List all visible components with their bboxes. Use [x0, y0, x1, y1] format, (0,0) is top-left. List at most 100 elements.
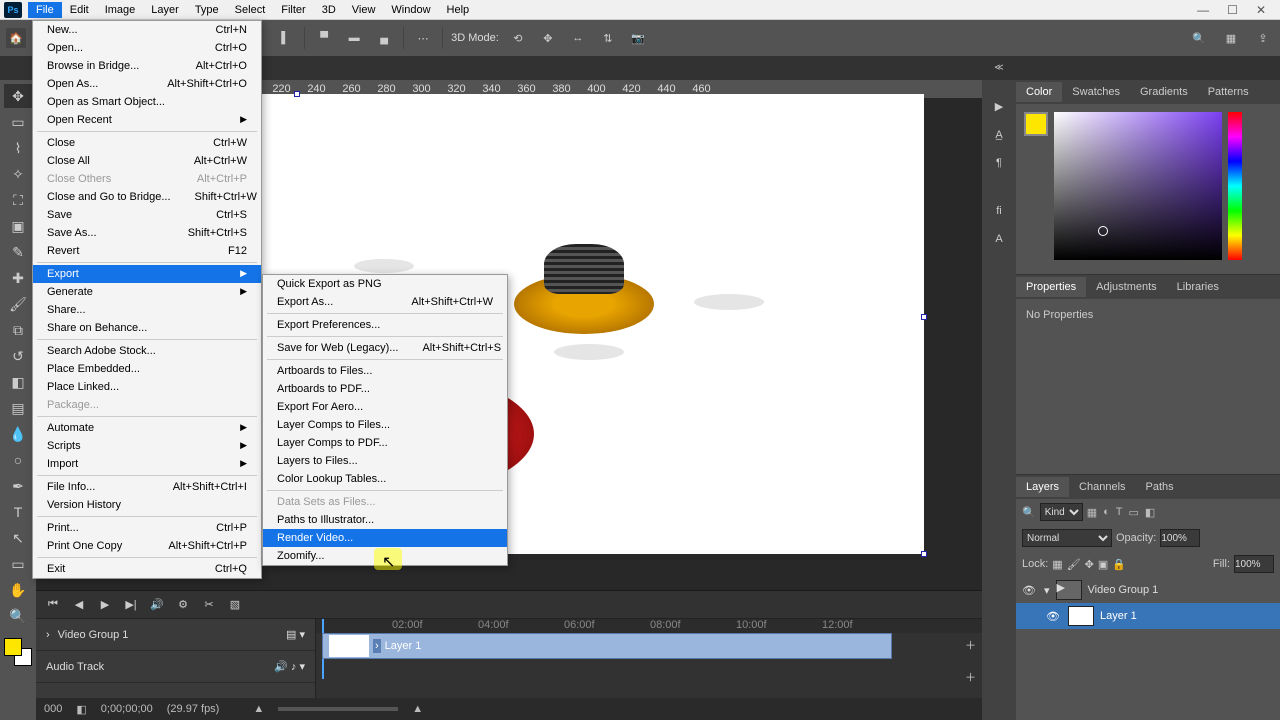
menu-item[interactable]: RevertF12 [33, 242, 261, 260]
type-tool[interactable]: T [4, 500, 32, 524]
align-middle-icon[interactable]: ▬ [343, 27, 365, 49]
color-swatches[interactable] [4, 638, 32, 666]
blur-tool[interactable]: 💧 [4, 422, 32, 446]
maximize-icon[interactable]: ☐ [1227, 3, 1238, 17]
wand-tool[interactable]: ✧ [4, 162, 32, 186]
pen-tool[interactable]: ✒ [4, 474, 32, 498]
zoom-in-icon[interactable]: ▲ [412, 703, 423, 715]
menu-item[interactable]: New...Ctrl+N [33, 21, 261, 39]
chevron-down-icon[interactable]: ▾ [1044, 584, 1050, 597]
menu-item[interactable]: Version History [33, 496, 261, 514]
menu-item[interactable]: Quick Export as PNG [263, 275, 507, 293]
zoom-out-icon[interactable]: ▲ [253, 703, 264, 715]
visibility-icon[interactable]: 👁 [1046, 610, 1062, 623]
transform-handle[interactable] [921, 551, 927, 557]
tab-swatches[interactable]: Swatches [1062, 82, 1130, 102]
picker-cursor[interactable] [1098, 226, 1108, 236]
menu-item[interactable]: Search Adobe Stock... [33, 342, 261, 360]
history-brush-tool[interactable]: ↺ [4, 344, 32, 368]
styles-panel-icon[interactable]: A [995, 233, 1002, 245]
play-icon[interactable]: ▶ [96, 596, 114, 614]
slide-icon[interactable]: ⇅ [597, 27, 619, 49]
align-bottom-icon[interactable]: ▄ [373, 27, 395, 49]
menu-item[interactable]: Automate▶ [33, 419, 261, 437]
menu-item[interactable]: Print One CopyAlt+Shift+Ctrl+P [33, 537, 261, 555]
audio-icon[interactable]: 🔊 [148, 596, 166, 614]
zoom-slider[interactable] [278, 707, 398, 711]
filter-adjust-icon[interactable]: ◐ [1103, 506, 1110, 519]
menu-item[interactable]: Paths to Illustrator... [263, 511, 507, 529]
align-top-icon[interactable]: ▀ [313, 27, 335, 49]
menu-item[interactable]: File Info...Alt+Shift+Ctrl+I [33, 478, 261, 496]
menu-item[interactable]: Share on Behance... [33, 319, 261, 337]
menu-item[interactable]: Layers to Files... [263, 452, 507, 470]
dodge-tool[interactable]: ○ [4, 448, 32, 472]
fill-input[interactable] [1234, 555, 1274, 573]
lock-all-icon[interactable]: 🔒 [1112, 558, 1126, 571]
crop-tool[interactable]: ⛶ [4, 188, 32, 212]
kind-select[interactable]: Kind [1040, 503, 1083, 521]
path-tool[interactable]: ↖ [4, 526, 32, 550]
tab-adjustments[interactable]: Adjustments [1086, 277, 1167, 297]
eraser-tool[interactable]: ◧ [4, 370, 32, 394]
menu-item[interactable]: Share... [33, 301, 261, 319]
menu-item[interactable]: Place Linked... [33, 378, 261, 396]
menu-layer[interactable]: Layer [143, 2, 187, 18]
menu-file[interactable]: File [28, 2, 62, 18]
foreground-color[interactable] [4, 638, 22, 656]
menu-item[interactable]: CloseCtrl+W [33, 134, 261, 152]
menu-item[interactable]: Close OthersAlt+Ctrl+P [33, 170, 261, 188]
tab-patterns[interactable]: Patterns [1198, 82, 1259, 102]
track-menu-icon[interactable]: ▤ ▾ [286, 628, 305, 641]
glyphs-panel-icon[interactable]: fi [996, 205, 1002, 217]
menu-item[interactable]: Layer Comps to PDF... [263, 434, 507, 452]
filter-smart-icon[interactable]: ◧ [1145, 506, 1155, 519]
filter-shape-icon[interactable]: ▭ [1129, 506, 1139, 519]
align-right-icon[interactable]: ▌ [274, 27, 296, 49]
tab-libraries[interactable]: Libraries [1167, 277, 1229, 297]
paragraph-panel-icon[interactable]: ¶ [996, 157, 1002, 169]
menu-item[interactable]: Print...Ctrl+P [33, 519, 261, 537]
stamp-tool[interactable]: ⧉ [4, 318, 32, 342]
menu-view[interactable]: View [344, 2, 384, 18]
frame-tool[interactable]: ▣ [4, 214, 32, 238]
goto-start-icon[interactable]: ⏮ [44, 596, 62, 614]
marquee-tool[interactable]: ▭ [4, 110, 32, 134]
gradient-tool[interactable]: ▤ [4, 396, 32, 420]
tab-layers[interactable]: Layers [1016, 477, 1069, 497]
visibility-icon[interactable]: 👁 [1022, 584, 1038, 597]
menu-item[interactable]: Artboards to PDF... [263, 380, 507, 398]
menu-3d[interactable]: 3D [314, 2, 344, 18]
transform-handle[interactable] [921, 314, 927, 320]
prev-frame-icon[interactable]: ◀ [70, 596, 88, 614]
menu-item[interactable]: Open as Smart Object... [33, 93, 261, 111]
lock-paint-icon[interactable]: 🖌 [1067, 558, 1081, 571]
orbit-icon[interactable]: ⟲ [507, 27, 529, 49]
add-audio-icon[interactable]: ＋ [965, 669, 976, 685]
transform-handle[interactable] [294, 91, 300, 97]
menu-item[interactable]: Export As...Alt+Shift+Ctrl+W [263, 293, 507, 311]
search-icon[interactable]: 🔍 [1188, 27, 1210, 49]
hue-slider[interactable] [1228, 112, 1242, 260]
layer-row[interactable]: 👁 Layer 1 [1016, 603, 1280, 629]
close-icon[interactable]: ✕ [1256, 3, 1266, 17]
menu-item[interactable]: Close and Go to Bridge...Shift+Ctrl+W [33, 188, 261, 206]
minimize-icon[interactable]: — [1197, 3, 1209, 17]
menu-item[interactable]: Artboards to Files... [263, 362, 507, 380]
track-audio[interactable]: Audio Track 🔊 ♪ ▾ [36, 651, 315, 683]
expand-icon[interactable]: › [46, 629, 50, 641]
hand-tool[interactable]: ✋ [4, 578, 32, 602]
lasso-tool[interactable]: ⌇ [4, 136, 32, 160]
menu-select[interactable]: Select [227, 2, 274, 18]
timeline-clip[interactable]: › Layer 1 [322, 633, 892, 659]
menu-item[interactable]: Generate▶ [33, 283, 261, 301]
filter-type-icon[interactable]: T [1116, 506, 1123, 519]
menu-help[interactable]: Help [439, 2, 478, 18]
track-video-group[interactable]: › Video Group 1 ▤ ▾ [36, 619, 315, 651]
menu-item[interactable]: ExitCtrl+Q [33, 560, 261, 578]
menu-item[interactable]: Color Lookup Tables... [263, 470, 507, 488]
workspace-icon[interactable]: ▦ [1220, 27, 1242, 49]
dolly-icon[interactable]: ↔ [567, 27, 589, 49]
layer-group-row[interactable]: 👁 ▾ ▶ Video Group 1 [1016, 577, 1280, 603]
shape-tool[interactable]: ▭ [4, 552, 32, 576]
